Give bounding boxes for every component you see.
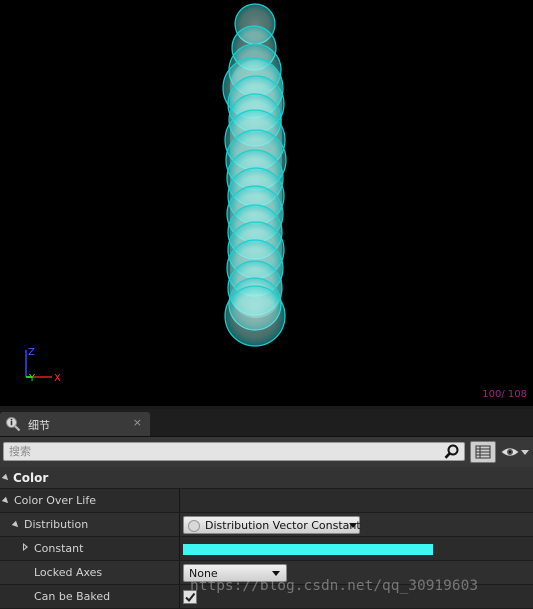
particle-emitter-preview [222, 3, 287, 347]
property-label: Constant [34, 542, 84, 555]
chevron-down-icon [272, 571, 280, 576]
axis-gizmo: Z Y X [25, 347, 61, 384]
column-splitter[interactable] [179, 537, 180, 560]
property-label: Can be Baked [34, 590, 111, 603]
reset-circle-icon [188, 520, 200, 532]
axis-y-label: Y [28, 373, 36, 384]
search-input[interactable] [3, 442, 465, 461]
info-magnifier-icon [6, 417, 21, 432]
column-splitter[interactable] [179, 585, 180, 608]
property-row-constant[interactable]: Constant [0, 537, 533, 561]
tab-details-label: 细节 [28, 419, 50, 432]
axis-z-label: Z [28, 347, 35, 358]
tab-details[interactable]: 细节 × [0, 412, 150, 436]
expand-triangle-icon [1, 473, 11, 483]
property-row-distribution[interactable]: Distribution Distribution Vector Constan… [0, 513, 533, 537]
property-label: Color Over Life [14, 494, 96, 507]
search-row [0, 437, 533, 467]
search-icon[interactable] [443, 444, 461, 460]
collapsed-triangle-inner [24, 545, 26, 549]
column-splitter[interactable] [179, 489, 180, 512]
column-splitter[interactable] [179, 513, 180, 536]
column-splitter[interactable] [179, 561, 180, 584]
particle-preview-viewport[interactable]: Z Y X 100/ 108 [0, 0, 533, 406]
axis-x-label: X [54, 373, 61, 384]
close-tab-icon[interactable]: × [133, 416, 142, 430]
list-grid-icon [475, 445, 491, 459]
chevron-down-icon [349, 523, 357, 528]
property-matrix-button[interactable] [470, 441, 496, 463]
expand-triangle-icon [11, 520, 21, 530]
property-row-color-over-life[interactable]: Color Over Life [0, 489, 533, 513]
property-label: Locked Axes [34, 566, 103, 579]
expand-triangle-icon [1, 496, 11, 506]
particle-count-readout: 100/ 108 [482, 389, 527, 400]
distribution-type-value: Distribution Vector Constant [205, 519, 361, 532]
details-tab-bar: 细节 × [0, 409, 533, 437]
category-color-header[interactable]: Color [0, 467, 533, 489]
constant-color-swatch[interactable] [183, 544, 433, 555]
distribution-type-dropdown[interactable]: Distribution Vector Constant [183, 516, 361, 534]
watermark-text: https://blog.csdn.net/qq_30919603 [190, 578, 479, 594]
particle-sprite [224, 285, 286, 347]
category-label: Color [13, 471, 49, 485]
property-label: Distribution [24, 518, 89, 531]
view-options-eye-icon[interactable] [500, 444, 532, 460]
